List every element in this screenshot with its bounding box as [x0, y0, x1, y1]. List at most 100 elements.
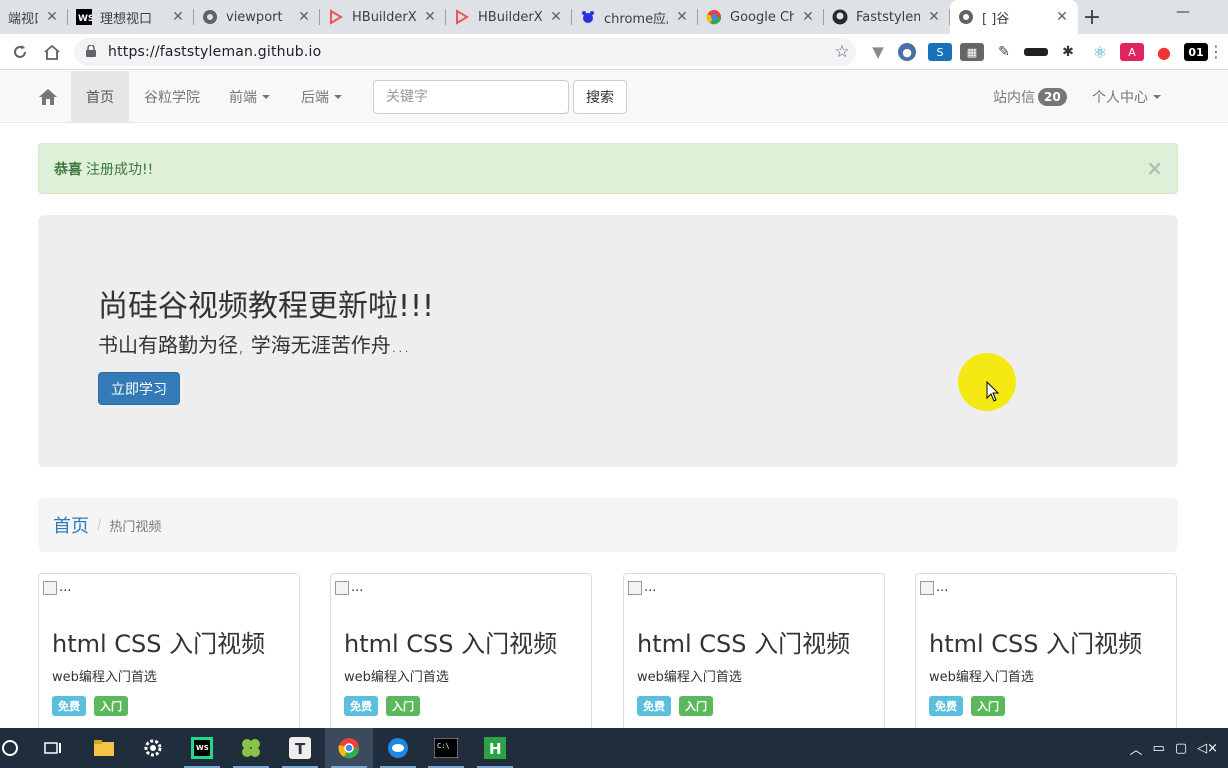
- messages-label: 站内信: [993, 90, 1035, 106]
- search-button[interactable]: 搜索: [573, 80, 627, 114]
- broken-image-icon: [335, 580, 349, 595]
- browser-tab[interactable]: viewport ✕: [194, 0, 320, 34]
- breadcrumb-home-link[interactable]: 首页: [53, 512, 89, 538]
- bookmark-star-icon[interactable]: ☆: [828, 42, 856, 62]
- angular-icon[interactable]: A: [1120, 43, 1144, 61]
- settings-gear-icon[interactable]: [129, 728, 177, 768]
- close-icon[interactable]: ✕: [422, 9, 438, 25]
- success-alert: 恭喜 注册成功!! ×: [38, 143, 1178, 194]
- breadcrumb: 首页 / 热门视频: [38, 498, 1178, 552]
- card-description: web编程入门首选: [929, 670, 1034, 685]
- browser-tab-strip: 端视口 ✕ WS 理想视口 ✕ viewport ✕ HBuilderX ✕ H…: [0, 0, 1228, 34]
- hbuilder-icon: [328, 9, 344, 25]
- eyedropper-icon[interactable]: ✎: [992, 43, 1016, 61]
- browser-tab[interactable]: HBuilderX ✕: [446, 0, 572, 34]
- close-icon[interactable]: ✕: [674, 9, 690, 25]
- nav-item-backend-dropdown[interactable]: 后端: [301, 71, 342, 123]
- close-icon[interactable]: ✕: [170, 9, 186, 25]
- video-card[interactable]: ... html CSS 入门视频 web编程入门首选 免费 入门: [330, 573, 592, 728]
- caret-down-icon: [262, 95, 270, 99]
- home-icon[interactable]: [36, 36, 68, 68]
- extension-icon[interactable]: ✱: [1056, 43, 1080, 61]
- clover-icon[interactable]: [227, 728, 275, 768]
- google-icon: [706, 9, 722, 25]
- nav-item-messages[interactable]: 站内信 20: [993, 71, 1067, 123]
- hbuilderx-taskbar-icon[interactable]: H: [471, 728, 519, 768]
- browser-tab[interactable]: Google Ch ✕: [698, 0, 824, 34]
- address-bar[interactable]: https://faststyleman.github.io ☆: [74, 38, 856, 66]
- nav-item-home[interactable]: 首页: [71, 71, 129, 123]
- close-icon[interactable]: ✕: [548, 9, 564, 25]
- breadcrumb-separator: /: [97, 517, 102, 533]
- tab-title: [ ]谷: [982, 11, 1010, 27]
- label-free: 免费: [637, 696, 671, 716]
- menu-kebab-icon[interactable]: ⋮: [1208, 42, 1224, 61]
- globe-icon: [958, 9, 974, 25]
- new-tab-button[interactable]: +: [1078, 0, 1106, 34]
- baidu-icon: [580, 9, 596, 25]
- broken-image-icon: [43, 580, 57, 595]
- nav-item-label: 谷粒学院: [144, 90, 200, 106]
- message-count-badge: 20: [1038, 88, 1067, 106]
- nav-item-frontend-dropdown[interactable]: 前端: [229, 71, 270, 123]
- browser-tab[interactable]: WS 理想视口 ✕: [68, 0, 194, 34]
- image-alt-text: ...: [644, 580, 657, 595]
- caret-down-icon: [1153, 95, 1161, 99]
- alert-message: 注册成功!!: [86, 161, 154, 178]
- card-title: html CSS 入门视频: [929, 630, 1143, 658]
- alert-close-button[interactable]: ×: [1146, 156, 1163, 180]
- tab-title: HBuilderX: [478, 9, 542, 25]
- chevron-up-icon[interactable]: ︿: [1130, 739, 1143, 758]
- close-icon[interactable]: ✕: [296, 9, 312, 25]
- broken-image: ...: [628, 580, 656, 595]
- reload-icon[interactable]: [4, 36, 36, 68]
- terminal-icon[interactable]: C:\: [422, 728, 470, 768]
- volume-icon[interactable]: ◁×: [1197, 741, 1218, 756]
- chrome-taskbar-icon[interactable]: [325, 728, 373, 768]
- label-free: 免费: [52, 696, 86, 716]
- video-card[interactable]: ... html CSS 入门视频 web编程入门首选 免费 入门: [915, 573, 1177, 728]
- map-pin-icon[interactable]: ●: [1152, 43, 1176, 62]
- url-text: https://faststyleman.github.io: [108, 44, 322, 60]
- close-icon[interactable]: ✕: [800, 9, 816, 25]
- vue-devtools-icon[interactable]: ▼: [866, 43, 890, 61]
- card-description: web编程入门首选: [344, 670, 449, 685]
- breadcrumb-current: 热门视频: [109, 519, 162, 535]
- close-icon[interactable]: ✕: [926, 9, 942, 25]
- home-icon[interactable]: [28, 71, 68, 123]
- video-card[interactable]: ... html CSS 入门视频 web编程入门首选 免费 入门: [623, 573, 885, 728]
- browser-tab-active[interactable]: [ ]谷 ✕: [950, 0, 1078, 34]
- tab-title: HBuilderX: [352, 9, 416, 25]
- close-icon[interactable]: ✕: [1054, 9, 1070, 25]
- webstorm-taskbar-icon[interactable]: WS: [178, 728, 226, 768]
- nav-item-guli-college[interactable]: 谷粒学院: [144, 71, 200, 123]
- task-view-icon[interactable]: [29, 728, 77, 768]
- browser-tab[interactable]: Faststylem ✕: [824, 0, 950, 34]
- browser-tab[interactable]: 端视口 ✕: [0, 0, 68, 34]
- browser-tab[interactable]: chrome应用 ✕: [572, 0, 698, 34]
- messenger-icon[interactable]: [374, 728, 422, 768]
- browser-tab[interactable]: HBuilderX ✕: [320, 0, 446, 34]
- close-icon[interactable]: ✕: [44, 9, 60, 25]
- qr-code-icon[interactable]: ▦: [960, 43, 984, 61]
- incognito-icon[interactable]: [1024, 48, 1048, 56]
- search-input[interactable]: [373, 80, 569, 114]
- typora-icon[interactable]: T: [276, 728, 324, 768]
- video-card[interactable]: ... html CSS 入门视频 web编程入门首选 免费 入门: [38, 573, 300, 728]
- minimize-icon[interactable]: —: [1176, 4, 1190, 20]
- github-icon: [832, 9, 848, 25]
- battery-icon[interactable]: ▭: [1153, 741, 1165, 756]
- broken-image: ...: [335, 580, 363, 595]
- nav-item-user-center-dropdown[interactable]: 个人中心: [1092, 71, 1161, 123]
- extension-icon[interactable]: S: [928, 43, 952, 61]
- learn-now-button[interactable]: 立即学习: [98, 372, 180, 405]
- label-free: 免费: [929, 696, 963, 716]
- react-icon[interactable]: ⚛: [1088, 43, 1112, 62]
- file-explorer-icon[interactable]: [80, 728, 128, 768]
- nav-item-label: 前端: [229, 90, 257, 106]
- network-icon[interactable]: ▢: [1175, 741, 1187, 756]
- svg-text:T: T: [295, 740, 306, 758]
- extension-icon[interactable]: 01: [1184, 43, 1208, 61]
- browser-toolbar: https://faststyleman.github.io ☆ ▼ ● S ▦…: [0, 34, 1228, 70]
- extension-icon[interactable]: ●: [898, 43, 916, 61]
